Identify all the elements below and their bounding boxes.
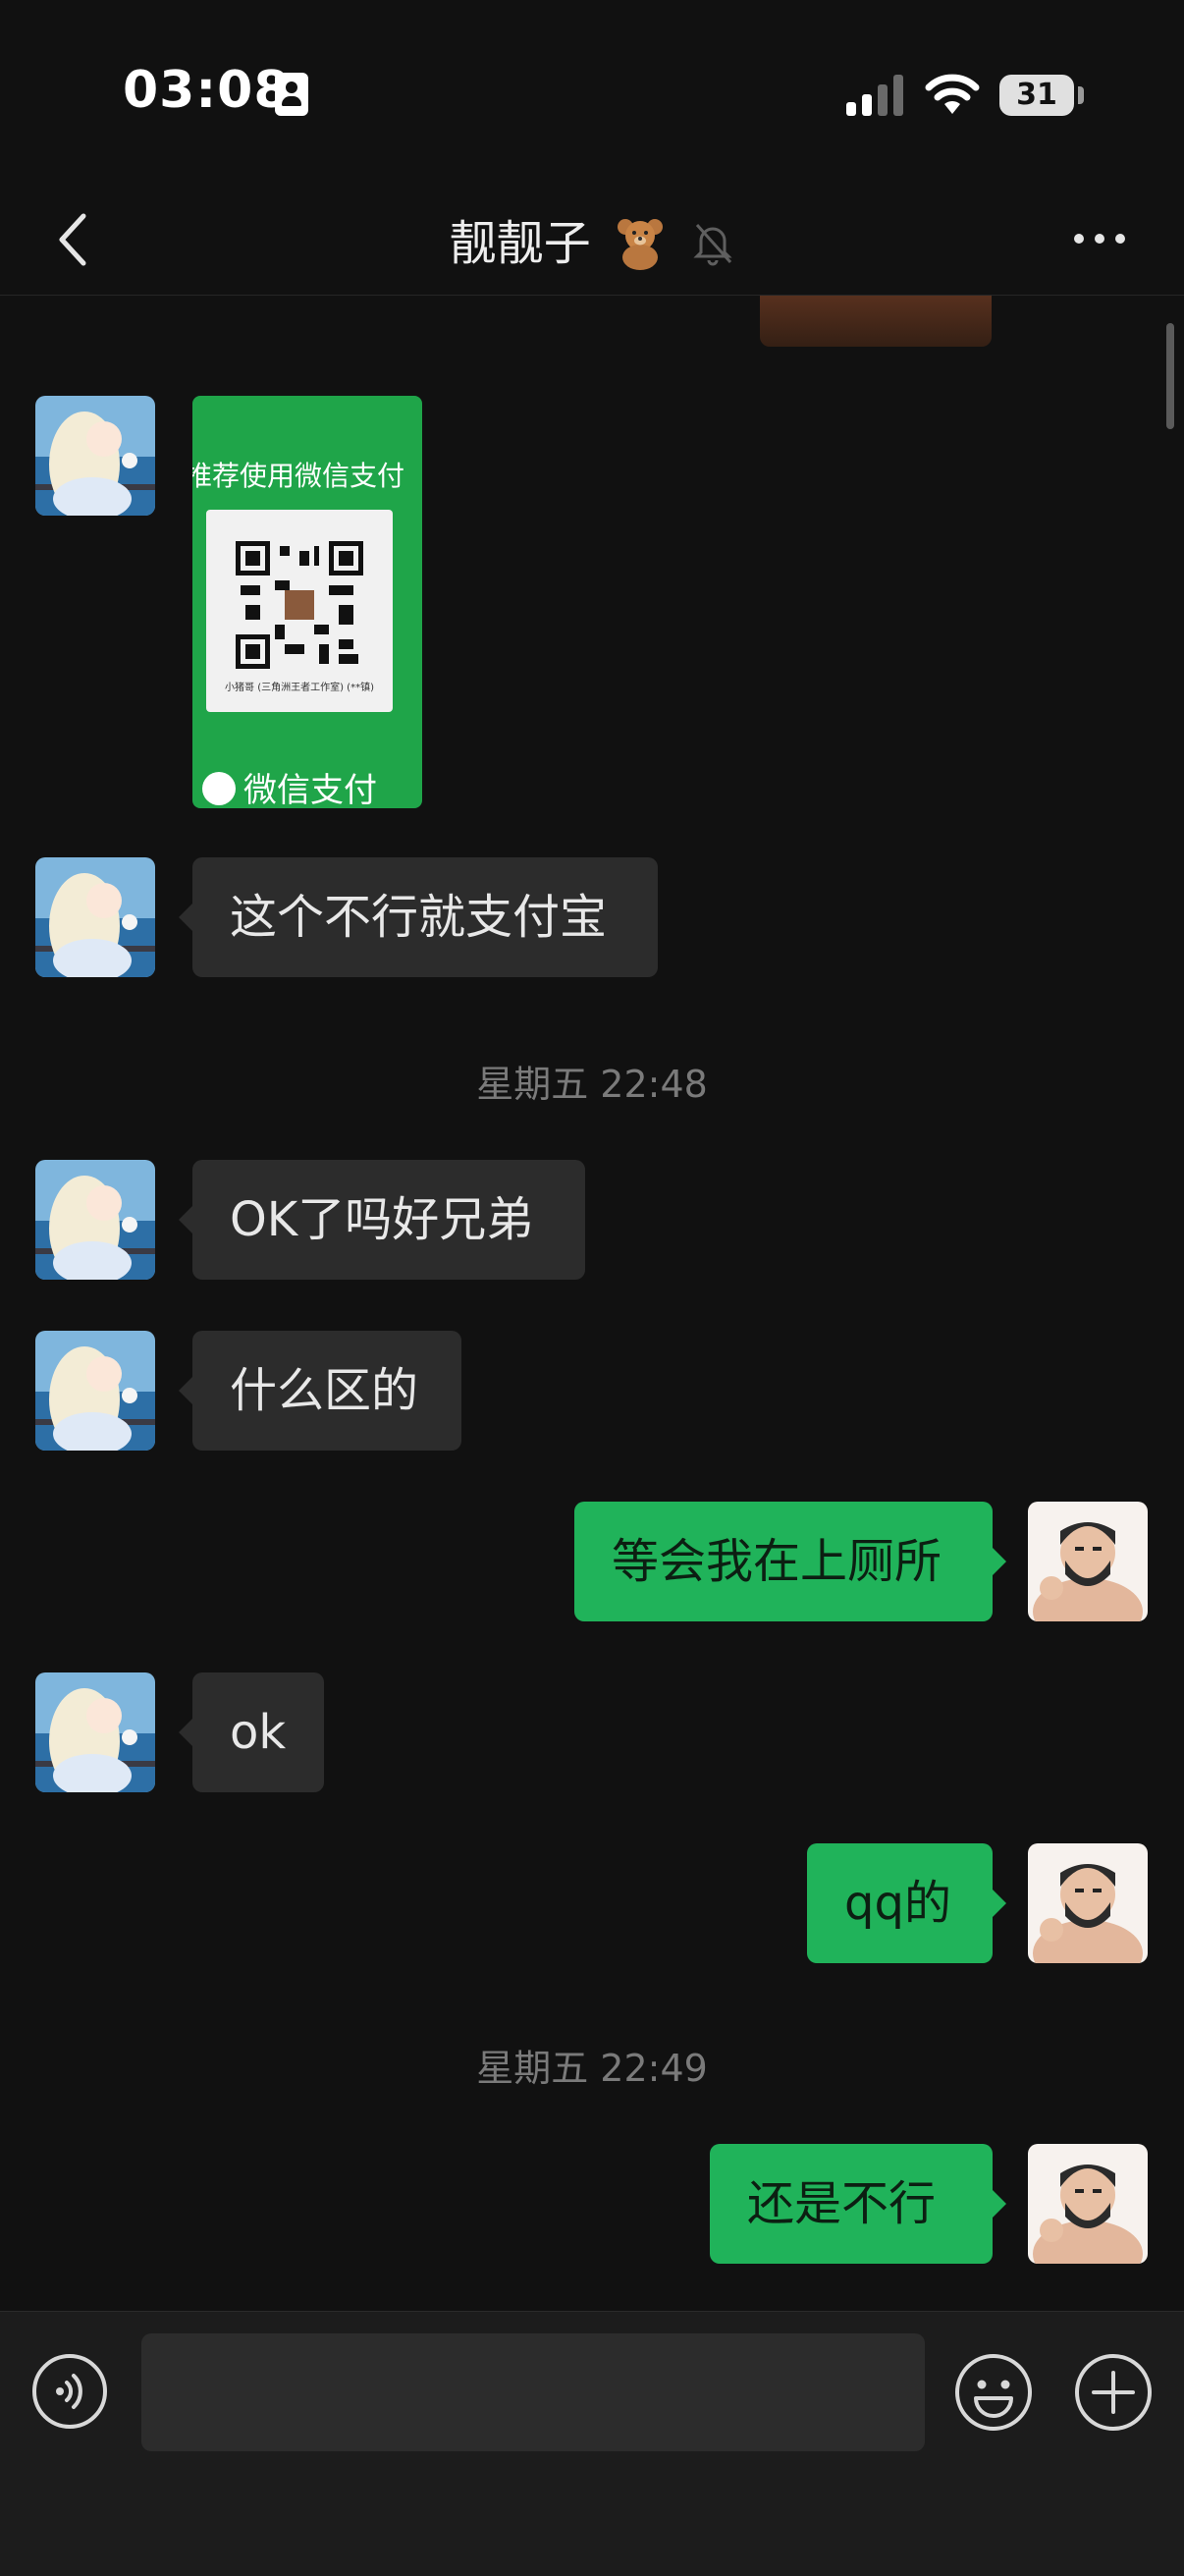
status-bar: 03:08 31 bbox=[0, 0, 1184, 187]
contact-avatar[interactable] bbox=[35, 857, 155, 977]
more-dots-icon bbox=[1074, 234, 1084, 244]
wifi-icon bbox=[925, 74, 980, 114]
incoming-message-bubble[interactable]: 什么区的 bbox=[179, 1331, 461, 1451]
wechat-pay-logo-icon bbox=[202, 771, 236, 805]
message-input-bar bbox=[0, 2311, 1184, 2576]
battery-indicator: 31 bbox=[999, 75, 1074, 116]
message-timestamp: 星期五 22:48 bbox=[476, 1063, 708, 1106]
previous-image-message[interactable] bbox=[760, 296, 992, 347]
qr-payment-image[interactable]: 推荐使用微信支付 小猪哥 (三角洲王者工作室) (**镇) 微信支付 bbox=[192, 396, 422, 808]
outgoing-message-bubble[interactable]: 等会我在上厕所 bbox=[574, 1502, 1006, 1621]
my-avatar[interactable] bbox=[1028, 1843, 1148, 1963]
plus-icon[interactable] bbox=[1074, 2353, 1153, 2432]
incoming-message-bubble[interactable]: 这个不行就支付宝 bbox=[179, 857, 658, 977]
qr-image-header-text: 推荐使用微信支付 bbox=[192, 460, 405, 492]
status-time: 03:08 bbox=[123, 61, 291, 120]
muted-bell-icon bbox=[693, 223, 732, 266]
qr-image-footer-text: 微信支付 bbox=[243, 771, 377, 808]
message-timestamp: 星期五 22:49 bbox=[476, 2047, 708, 2090]
emoji-icon[interactable] bbox=[954, 2353, 1033, 2432]
contact-card-icon bbox=[275, 73, 308, 116]
chat-title: 靓靓子 bbox=[449, 216, 591, 271]
qr-code-card: 小猪哥 (三角洲王者工作室) (**镇) bbox=[206, 510, 393, 712]
voice-icon[interactable] bbox=[31, 2353, 108, 2430]
contact-avatar[interactable] bbox=[35, 1331, 155, 1451]
cellular-signal-icon bbox=[846, 75, 905, 116]
outgoing-message-bubble[interactable]: 还是不行 bbox=[710, 2144, 1006, 2264]
chat-message-list[interactable]: 推荐使用微信支付 小猪哥 (三角洲王者工作室) (**镇) 微信支付 这个不行就… bbox=[0, 296, 1184, 2311]
teddy-bear-icon bbox=[618, 219, 663, 270]
my-avatar[interactable] bbox=[1028, 1502, 1148, 1621]
message-text-input[interactable] bbox=[141, 2333, 925, 2451]
my-avatar[interactable] bbox=[1028, 2144, 1148, 2264]
contact-avatar[interactable] bbox=[35, 1160, 155, 1280]
outgoing-message-bubble[interactable]: qq的 bbox=[807, 1843, 1006, 1963]
incoming-message-bubble[interactable]: ok bbox=[179, 1672, 324, 1792]
chat-title-area: 靓靓子 bbox=[0, 204, 1184, 275]
contact-avatar[interactable] bbox=[35, 1672, 155, 1792]
contact-avatar[interactable] bbox=[35, 396, 155, 516]
chat-header: 靓靓子 bbox=[0, 187, 1184, 296]
incoming-message-bubble[interactable]: OK了吗好兄弟 bbox=[179, 1160, 585, 1280]
battery-tip bbox=[1078, 86, 1084, 104]
scrollbar[interactable] bbox=[1166, 323, 1174, 429]
qr-code-caption: 小猪哥 (三角洲王者工作室) (**镇) bbox=[225, 683, 374, 693]
more-options-button[interactable] bbox=[1070, 224, 1129, 253]
qr-image-footer: 微信支付 bbox=[202, 763, 377, 808]
qr-code bbox=[236, 541, 363, 669]
